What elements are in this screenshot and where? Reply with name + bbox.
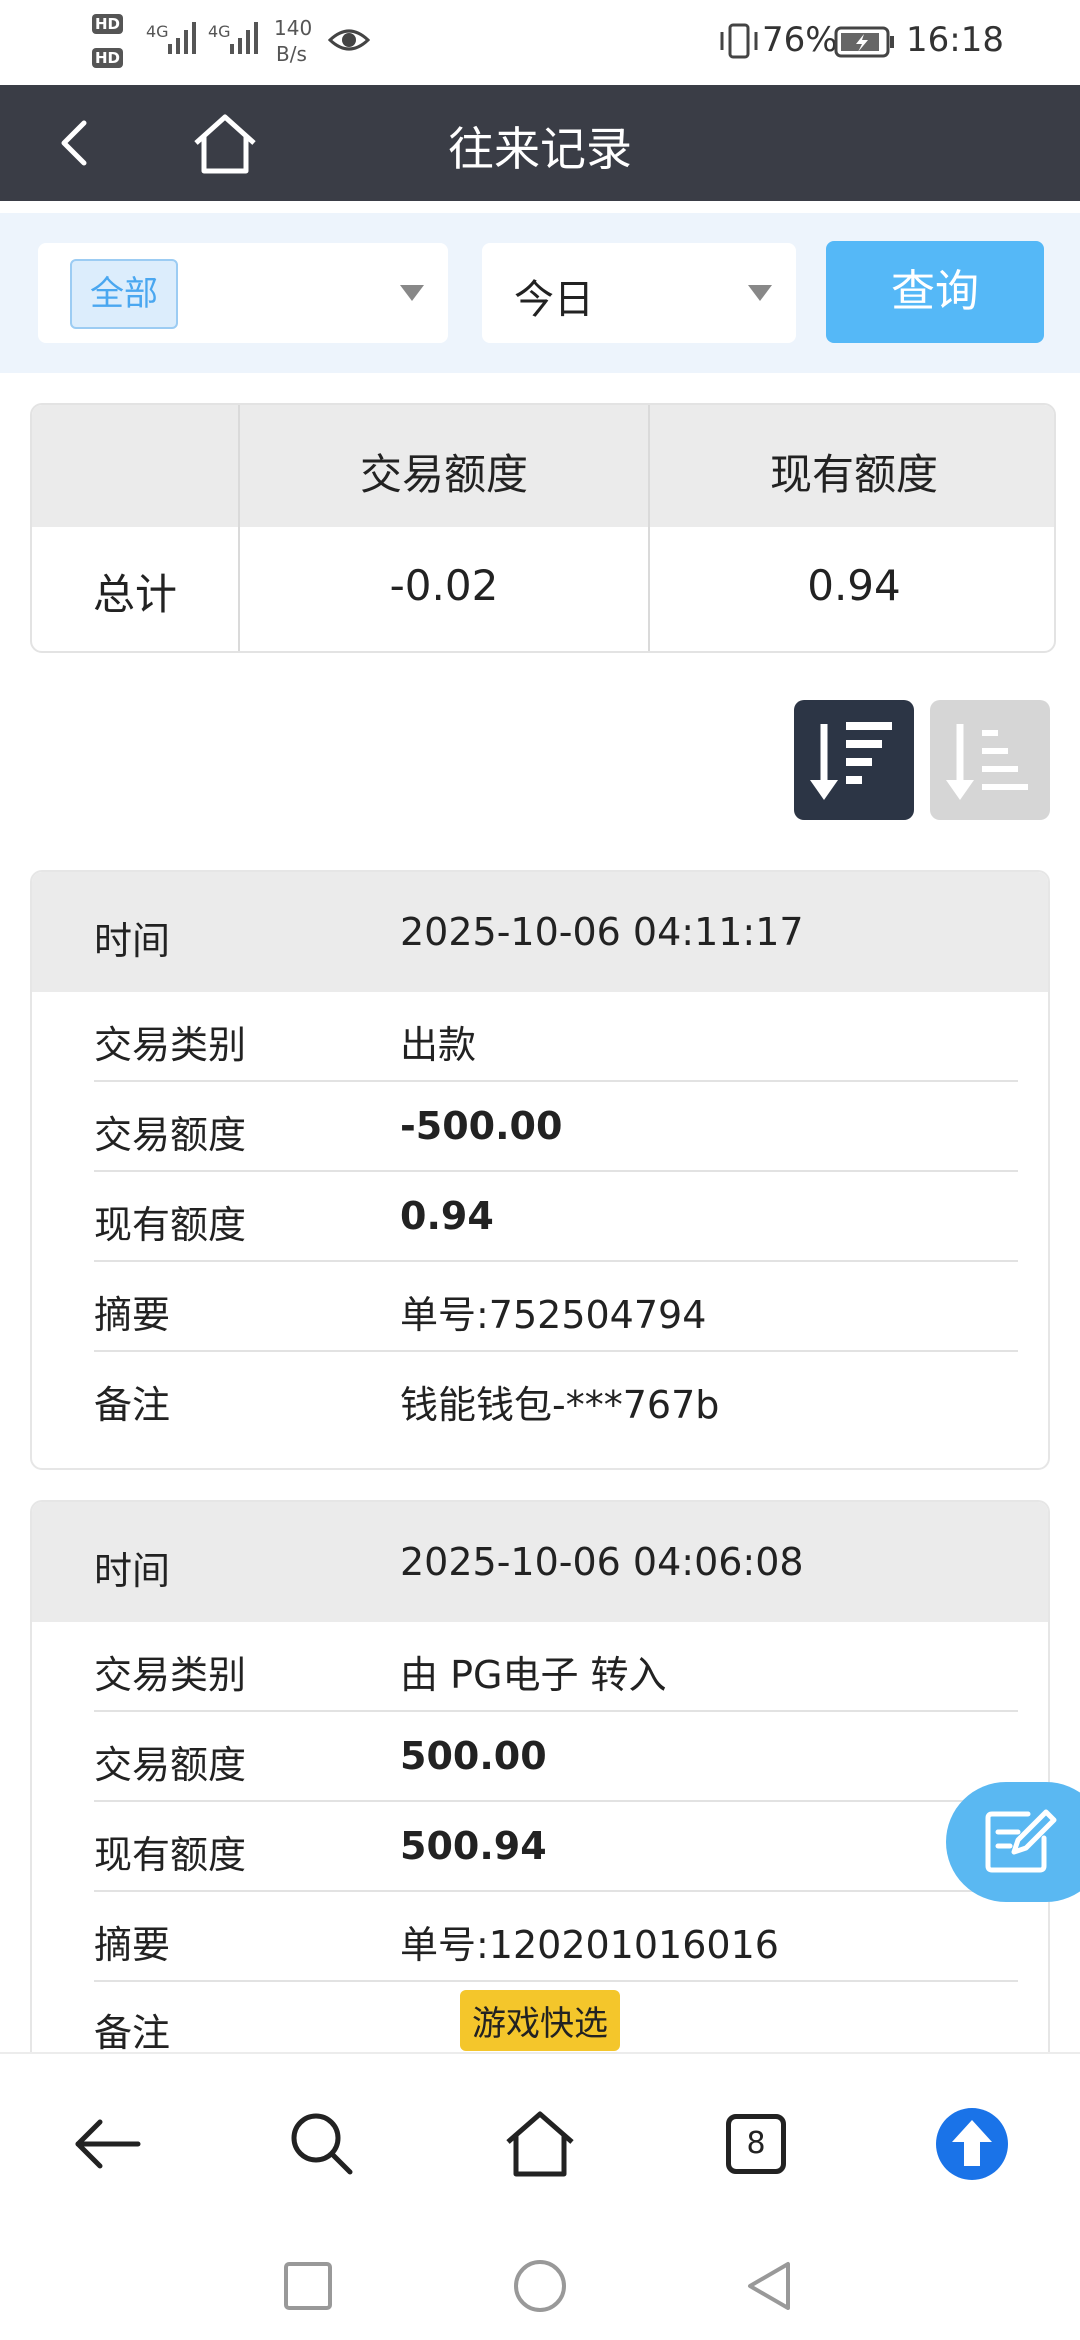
edit-icon [985,1809,1057,1873]
tabs-count: 8 [726,2114,786,2174]
filter-bar: 全部 今日 查询 [0,213,1080,373]
amount-value: 500.00 [400,1734,547,1778]
divider [94,1260,1018,1262]
battery-percent: 76% [762,20,838,60]
edit-floating-button[interactable] [946,1782,1080,1902]
date-select[interactable]: 今日 [482,243,796,343]
summary-label: 摘要 [94,1923,171,1967]
summary-label: 摘要 [94,1293,171,1337]
browser-bottom-nav: 8 [0,2052,1080,2232]
summary-table: 交易额度 现有额度 总计 -0.02 0.94 [30,403,1056,653]
nav-back-icon[interactable] [68,2104,148,2184]
type-value: 出款 [400,1023,477,1067]
note-label: 备注 [94,2011,171,2055]
type-label: 交易类别 [94,1023,247,1067]
amount-label: 交易额度 [94,1743,247,1787]
balance-label: 现有额度 [94,1203,247,1247]
hd-badge-1: HD [92,14,124,34]
note-tag: 游戏快选 [460,1990,620,2051]
date-select-value: 今日 [514,277,594,323]
system-home-icon[interactable] [512,2258,568,2314]
summary-value: 单号:752504794 [400,1293,707,1337]
record-card: 时间 2025-10-06 04:11:17 交易类别 出款 交易额度 -500… [30,870,1050,1470]
time-value: 2025-10-06 04:06:08 [400,1540,804,1584]
system-nav-bar [0,2232,1080,2340]
summary-value: 单号:120201016016 [400,1923,779,1967]
search-icon[interactable] [282,2104,362,2184]
divider [94,1710,1018,1712]
sort-ascending-icon[interactable] [930,700,1050,820]
upload-icon[interactable] [932,2104,1012,2184]
balance-value: 500.94 [400,1824,547,1868]
col-balance-header: 现有额度 [769,450,938,499]
divider [94,1890,1018,1892]
tabs-button[interactable]: 8 [716,2104,796,2184]
query-button[interactable]: 查询 [826,241,1044,343]
time-label: 时间 [94,1549,171,1593]
vibrate-icon [720,23,758,59]
status-bar: HD HD 4G 4G 140 B/s 76% 16:18 [0,0,1080,85]
col-trade-amount-header: 交易额度 [359,450,528,499]
type-label: 交易类别 [94,1653,247,1697]
total-balance: 0.94 [807,561,901,610]
type-select-value: 全部 [70,259,178,329]
record-card: 时间 2025-10-06 04:06:08 交易类别 由 PG电子 转入 交易… [30,1500,1050,2060]
type-value: 由 PG电子 转入 [400,1653,667,1697]
divider [94,1350,1018,1352]
battery-charging-icon [834,26,894,58]
recent-apps-icon[interactable] [282,2260,334,2312]
type-select[interactable]: 全部 [38,243,448,343]
signal-icon-1 [168,22,196,54]
divider [94,1080,1018,1082]
home-icon[interactable] [500,2104,580,2184]
clock: 16:18 [906,20,1004,60]
balance-value: 0.94 [400,1194,494,1238]
app-header: 往来记录 [0,85,1080,201]
time-label: 时间 [94,919,171,963]
divider [94,1980,1018,1982]
balance-label: 现有额度 [94,1833,247,1877]
note-value: 钱能钱包-***767b [400,1383,720,1427]
dropdown-arrow-icon [400,285,424,301]
eye-icon [328,29,370,51]
net-speed-value: 140 [274,16,313,40]
page-title: 往来记录 [448,122,632,176]
amount-label: 交易额度 [94,1113,247,1157]
note-label: 备注 [94,1383,171,1427]
system-back-icon[interactable] [742,2258,798,2314]
dropdown-arrow-icon [748,285,772,301]
amount-value: -500.00 [400,1104,563,1148]
signal-icon-2 [230,22,258,54]
net-speed-unit: B/s [276,42,307,66]
hd-badge-2: HD [92,48,124,68]
time-value: 2025-10-06 04:11:17 [400,910,804,954]
divider [94,1170,1018,1172]
divider [94,1800,1018,1802]
total-trade-amount: -0.02 [389,561,499,610]
total-label: 总计 [92,570,177,619]
sort-descending-icon[interactable] [794,700,914,820]
